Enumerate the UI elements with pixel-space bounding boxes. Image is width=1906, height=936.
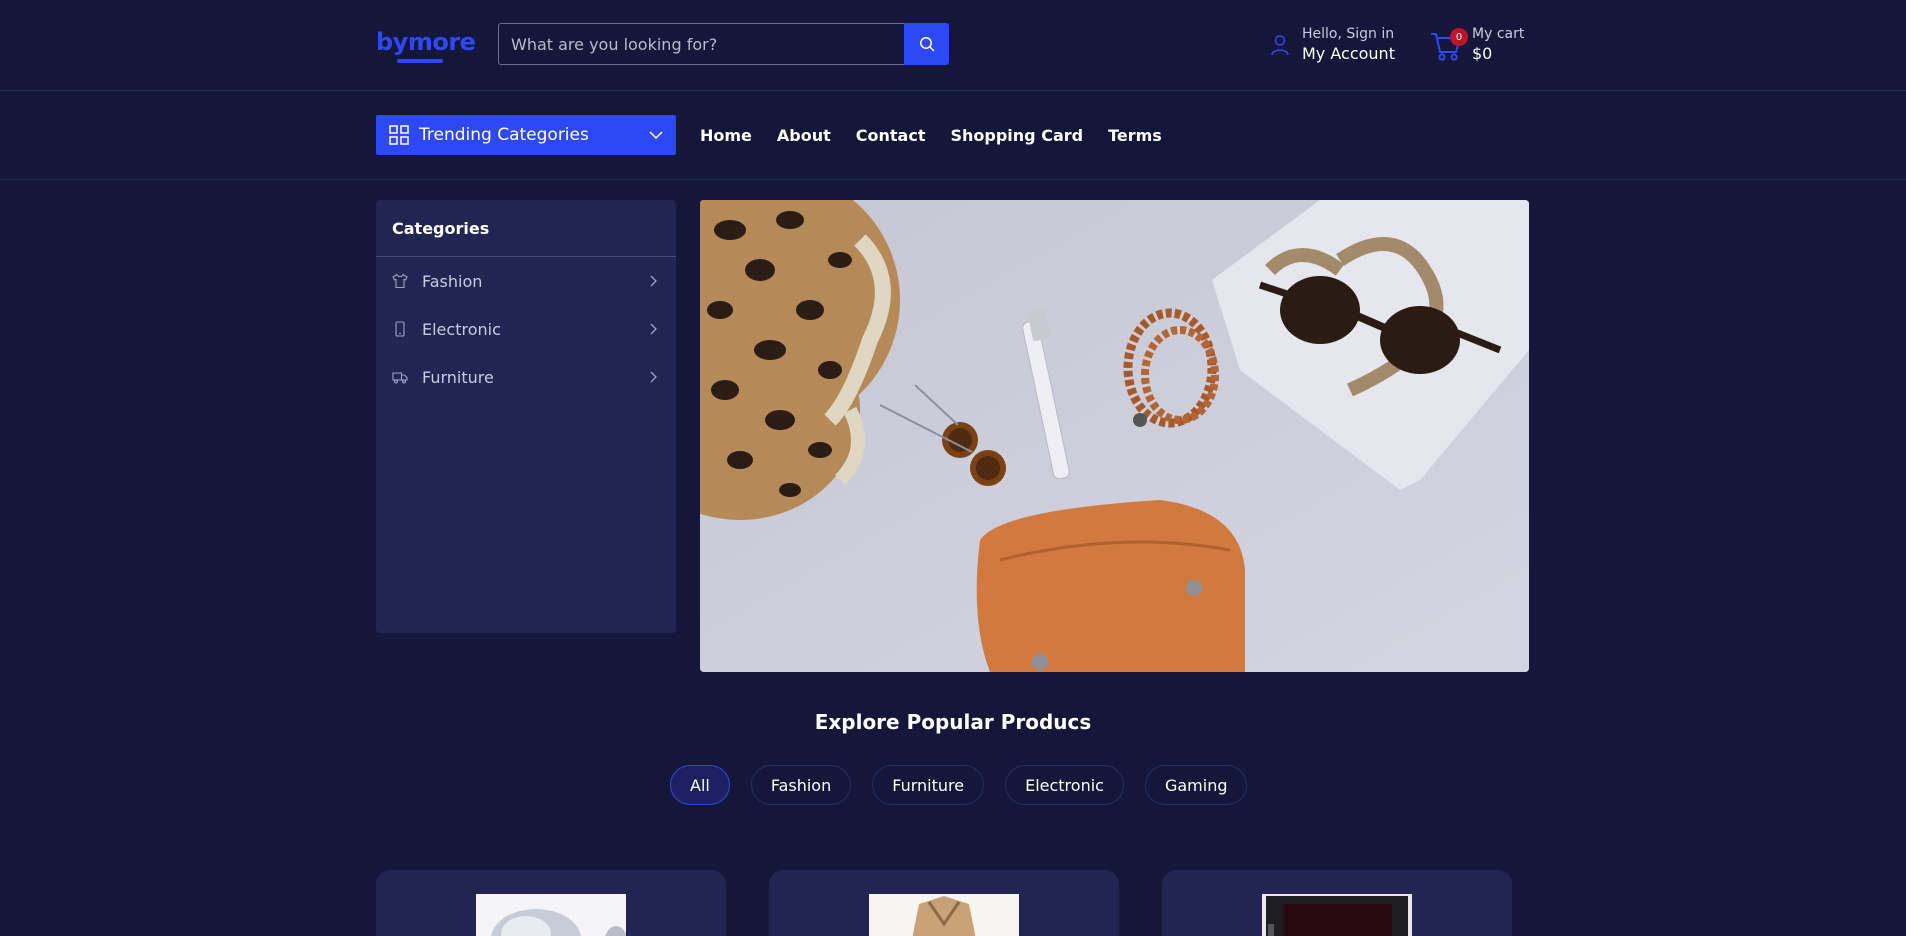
sidebar-item-label: Furniture (422, 367, 494, 387)
phone-icon (395, 321, 405, 337)
chevron-right-icon (650, 275, 657, 287)
categories-sidebar: Categories Fashion Electronic Furniture (376, 200, 676, 633)
cart-total: $0 (1472, 44, 1493, 63)
hero-illustration (700, 200, 1529, 672)
brand-logo[interactable]: bymore (376, 28, 476, 56)
cart-count-badge: 0 (1450, 28, 1468, 46)
main-navbar: Trending Categories Home About Contact S… (0, 91, 1906, 180)
nav-links: Home About Contact Shopping Card Terms (700, 115, 1187, 155)
filter-tab-furniture[interactable]: Furniture (872, 765, 985, 805)
nav-link-shopping-card[interactable]: Shopping Card (950, 126, 1083, 145)
nav-link-contact[interactable]: Contact (856, 126, 926, 145)
nav-link-home[interactable]: Home (700, 126, 752, 145)
account-text: Hello, Sign in My Account (1302, 25, 1395, 65)
sidebar-item-fashion[interactable]: Fashion (376, 257, 676, 305)
filter-tab-gaming[interactable]: Gaming (1144, 765, 1248, 805)
nav-link-about[interactable]: About (777, 126, 831, 145)
account-link[interactable]: Hello, Sign in My Account (1270, 22, 1395, 68)
search-bar (498, 23, 949, 65)
search-button[interactable] (904, 23, 949, 65)
product-image[interactable] (1262, 894, 1412, 936)
filter-tab-fashion[interactable]: Fashion (750, 765, 852, 805)
popular-section-title: Explore Popular Producs (814, 710, 1092, 734)
logo-underline (397, 59, 443, 63)
user-icon (1271, 35, 1289, 56)
sidebar-item-furniture[interactable]: Furniture (376, 353, 676, 401)
truck-icon (392, 372, 408, 384)
shirt-icon (392, 273, 408, 289)
chevron-right-icon (650, 323, 657, 335)
sidebar-item-electronic[interactable]: Electronic (376, 305, 676, 353)
device-thumbnail (1262, 894, 1412, 936)
trending-label: Trending Categories (419, 125, 589, 145)
filter-tab-electronic[interactable]: Electronic (1005, 765, 1124, 805)
cart-link[interactable]: 0 My cart $0 (1430, 22, 1524, 68)
account-label: My Account (1302, 44, 1395, 63)
product-image[interactable] (476, 894, 627, 936)
top-header: bymore Hello, Sign in My Account 0 My ca (0, 0, 1906, 91)
sidebar-item-label: Fashion (422, 271, 483, 291)
filter-tab-all[interactable]: All (670, 765, 730, 805)
product-card[interactable] (769, 870, 1119, 936)
sidebar-title: Categories (376, 200, 676, 257)
search-input[interactable] (498, 23, 904, 65)
cart-label: My cart (1472, 26, 1525, 42)
product-filter-tabs: All Fashion Furniture Electronic Gaming (670, 765, 1268, 805)
trending-categories-button[interactable]: Trending Categories (376, 115, 676, 155)
jewelry-thumbnail (476, 894, 627, 936)
chevron-right-icon (650, 371, 657, 383)
product-image[interactable] (869, 894, 1019, 936)
product-card[interactable] (1162, 870, 1512, 936)
hero-banner-image[interactable] (700, 200, 1529, 672)
account-greeting: Hello, Sign in (1302, 26, 1395, 42)
nav-link-terms[interactable]: Terms (1108, 126, 1162, 145)
cart-text: My cart $0 (1472, 25, 1524, 65)
grid-icon (389, 125, 409, 145)
sidebar-item-label: Electronic (422, 319, 501, 339)
product-card[interactable] (376, 870, 726, 936)
chevron-down-icon (649, 131, 663, 140)
jacket-thumbnail (869, 894, 1019, 936)
search-icon (919, 37, 934, 52)
